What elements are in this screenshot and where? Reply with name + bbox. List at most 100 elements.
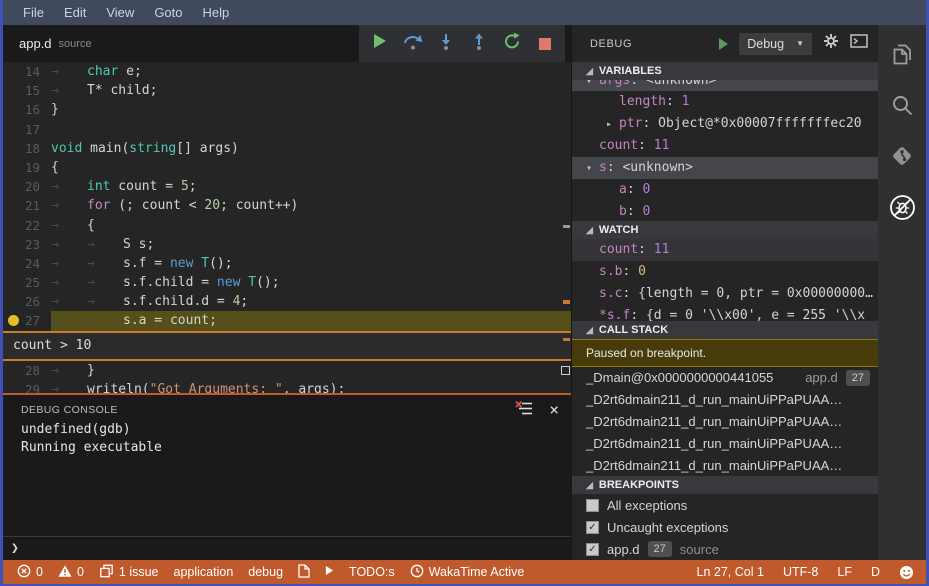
eol-indicator[interactable]: LF [837, 565, 852, 579]
code-token: s.f = [123, 255, 170, 271]
menu-item-file[interactable]: File [13, 5, 54, 20]
code-line-19[interactable]: 19 { [3, 158, 571, 177]
line-number: 19 [24, 159, 40, 175]
step-into-button[interactable] [429, 25, 462, 62]
cursor-position-indicator[interactable]: Ln 27, Col 1 [697, 565, 764, 579]
breakpoint-item[interactable]: All exceptions [572, 494, 878, 516]
step-out-button[interactable] [462, 25, 495, 62]
stop-button[interactable] [528, 25, 561, 62]
watch-row-*s.f[interactable]: *s.f: {d = 0 '\\x00', e = 255 '\\x [572, 305, 878, 321]
step-into-icon [439, 33, 453, 55]
code-line-26[interactable]: 26 → → s.f.child.d = 4; [3, 292, 571, 311]
wakatime-indicator[interactable]: WakaTime Active [410, 564, 524, 581]
close-icon[interactable]: × [549, 402, 559, 418]
restart-icon [503, 32, 521, 55]
code-line-20[interactable]: 20 → int count = 5; [3, 177, 571, 196]
errors-indicator[interactable]: 0 [17, 564, 43, 581]
code-token: } [51, 102, 59, 118]
debug-console-input[interactable]: ❯ [3, 536, 571, 560]
feedback-smiley-icon[interactable] [899, 565, 914, 580]
chevron-down-icon[interactable]: ▾ [586, 158, 599, 179]
warnings-indicator[interactable]: 0 [58, 564, 84, 581]
language-indicator[interactable]: D [871, 565, 880, 579]
watch-row-s.c[interactable]: s.c: {length = 0, ptr = 0x00000000… [572, 283, 878, 305]
variable-row-s[interactable]: ▾ s: <unknown> [572, 157, 878, 179]
run-config-selector[interactable]: application [174, 565, 234, 579]
stack-frame[interactable]: _D2rt6dmain211_d_run_mainUiPPaPUAA… [572, 455, 878, 476]
breakpoint-item[interactable]: ✓ app.d 27 source [572, 538, 878, 560]
checkbox-checked-icon[interactable]: ✓ [586, 520, 599, 534]
stack-frame[interactable]: _D2rt6dmain211_d_run_mainUiPPaPUAA… [572, 433, 878, 455]
section-header-watch[interactable]: ◢ WATCH [572, 221, 878, 239]
tab-appd[interactable]: app.d source [3, 25, 108, 62]
stack-frame[interactable]: _Dmain@0x0000000000441055 app.d 27 [572, 367, 878, 389]
todos-button[interactable]: TODO:s [349, 565, 395, 579]
section-header-breakpoints[interactable]: ◢ BREAKPOINTS [572, 476, 878, 494]
debug-config-dropdown[interactable]: Debug ▼ [739, 32, 812, 55]
search-icon[interactable] [889, 92, 915, 118]
breakpoint-condition-editor[interactable]: count > 10 [3, 330, 571, 361]
section-header-variables[interactable]: ◢ VARIABLES [572, 62, 878, 80]
files-icon[interactable] [889, 41, 915, 67]
section-header-call-stack[interactable]: ◢ CALL STACK [572, 321, 878, 339]
menu-item-view[interactable]: View [96, 5, 144, 20]
chevron-down-icon[interactable]: ▾ [586, 80, 599, 91]
issues-indicator[interactable]: 1 issue [99, 564, 159, 581]
checkbox-unchecked-icon[interactable] [586, 498, 599, 512]
continue-button[interactable] [363, 25, 396, 62]
menu-item-help[interactable]: Help [193, 5, 240, 20]
code-line-22[interactable]: 22 →{ [3, 216, 571, 235]
clear-console-icon[interactable] [515, 400, 533, 420]
restart-button[interactable] [495, 25, 528, 62]
code-line-24[interactable]: 24 → → s.f = new T(); [3, 254, 571, 273]
debug-console-output[interactable]: undefined(gdb) Running executable [3, 421, 571, 457]
variable-name: s [599, 160, 607, 175]
menu-item-edit[interactable]: Edit [54, 5, 96, 20]
variable-row-ptr[interactable]: ▸ ptr: Object@*0x00007fffffffec20 [572, 113, 878, 135]
code-line-18[interactable]: 18 void main(string[] args) [3, 139, 571, 158]
code-line-15[interactable]: 15 → T* child; [3, 81, 571, 100]
section-title: VARIABLES [598, 65, 662, 77]
call-stack-list: _Dmain@0x0000000000441055 app.d 27 _D2rt6dm… [572, 367, 878, 476]
code-line-29[interactable]: 29 → writeln("Got Arguments: ", args); [3, 380, 571, 393]
code-line-14[interactable]: 14 → char e; [3, 62, 571, 81]
debug-icon[interactable] [889, 194, 916, 221]
start-debug-icon[interactable] [719, 37, 729, 50]
breakpoint-dot[interactable] [8, 315, 19, 327]
colon: : [626, 182, 643, 197]
gear-icon[interactable] [823, 33, 839, 54]
code-line-21[interactable]: 21 → for (; count < 20; count++) [3, 196, 571, 215]
code-line-23[interactable]: 23 → → S s; [3, 235, 571, 254]
encoding-indicator[interactable]: UTF-8 [783, 565, 818, 579]
variable-row-count[interactable]: count: 11 [572, 135, 878, 157]
variable-row-a[interactable]: a: 0 [572, 179, 878, 201]
ruler-slider[interactable] [561, 366, 570, 375]
variable-row-args[interactable]: ▾ args: <unknown> [572, 80, 878, 91]
chevron-right-icon[interactable]: ▸ [606, 114, 619, 135]
variable-row-b[interactable]: b: 0 [572, 201, 878, 221]
breakpoint-item[interactable]: ✓ Uncaught exceptions [572, 516, 878, 538]
checkbox-checked-icon[interactable]: ✓ [586, 542, 599, 556]
watch-row-s.b[interactable]: s.b: 0 [572, 261, 878, 283]
file-status-button[interactable] [298, 563, 310, 581]
watch-row-count[interactable]: count: 11 [572, 239, 878, 261]
run-button[interactable] [325, 565, 334, 579]
build-mode-selector[interactable]: debug [248, 565, 283, 579]
overview-ruler[interactable] [561, 62, 571, 393]
stack-frame[interactable]: _D2rt6dmain211_d_run_mainUiPPaPUAA… [572, 411, 878, 433]
step-over-button[interactable] [396, 25, 429, 62]
code-line-16[interactable]: 16} [3, 100, 571, 119]
code-line-28[interactable]: 28 →} [3, 361, 571, 380]
stack-frame[interactable]: _D2rt6dmain211_d_run_mainUiPPaPUAA… [572, 389, 878, 411]
menu-item-goto[interactable]: Goto [144, 5, 192, 20]
open-console-icon[interactable] [850, 34, 868, 53]
code-line-17[interactable]: 17 [3, 120, 571, 139]
source-control-icon[interactable] [889, 143, 915, 169]
code-editor[interactable]: 14 → char e; 15 → T* child; 16} 17 18 void main(s… [3, 62, 571, 393]
line-number: 28 [24, 362, 40, 378]
variable-row-length[interactable]: length: 1 [572, 91, 878, 113]
code-line-27[interactable]: 27 → → s.a = count; [3, 311, 571, 331]
code-line-25[interactable]: 25 → → s.f.child = new T(); [3, 273, 571, 292]
